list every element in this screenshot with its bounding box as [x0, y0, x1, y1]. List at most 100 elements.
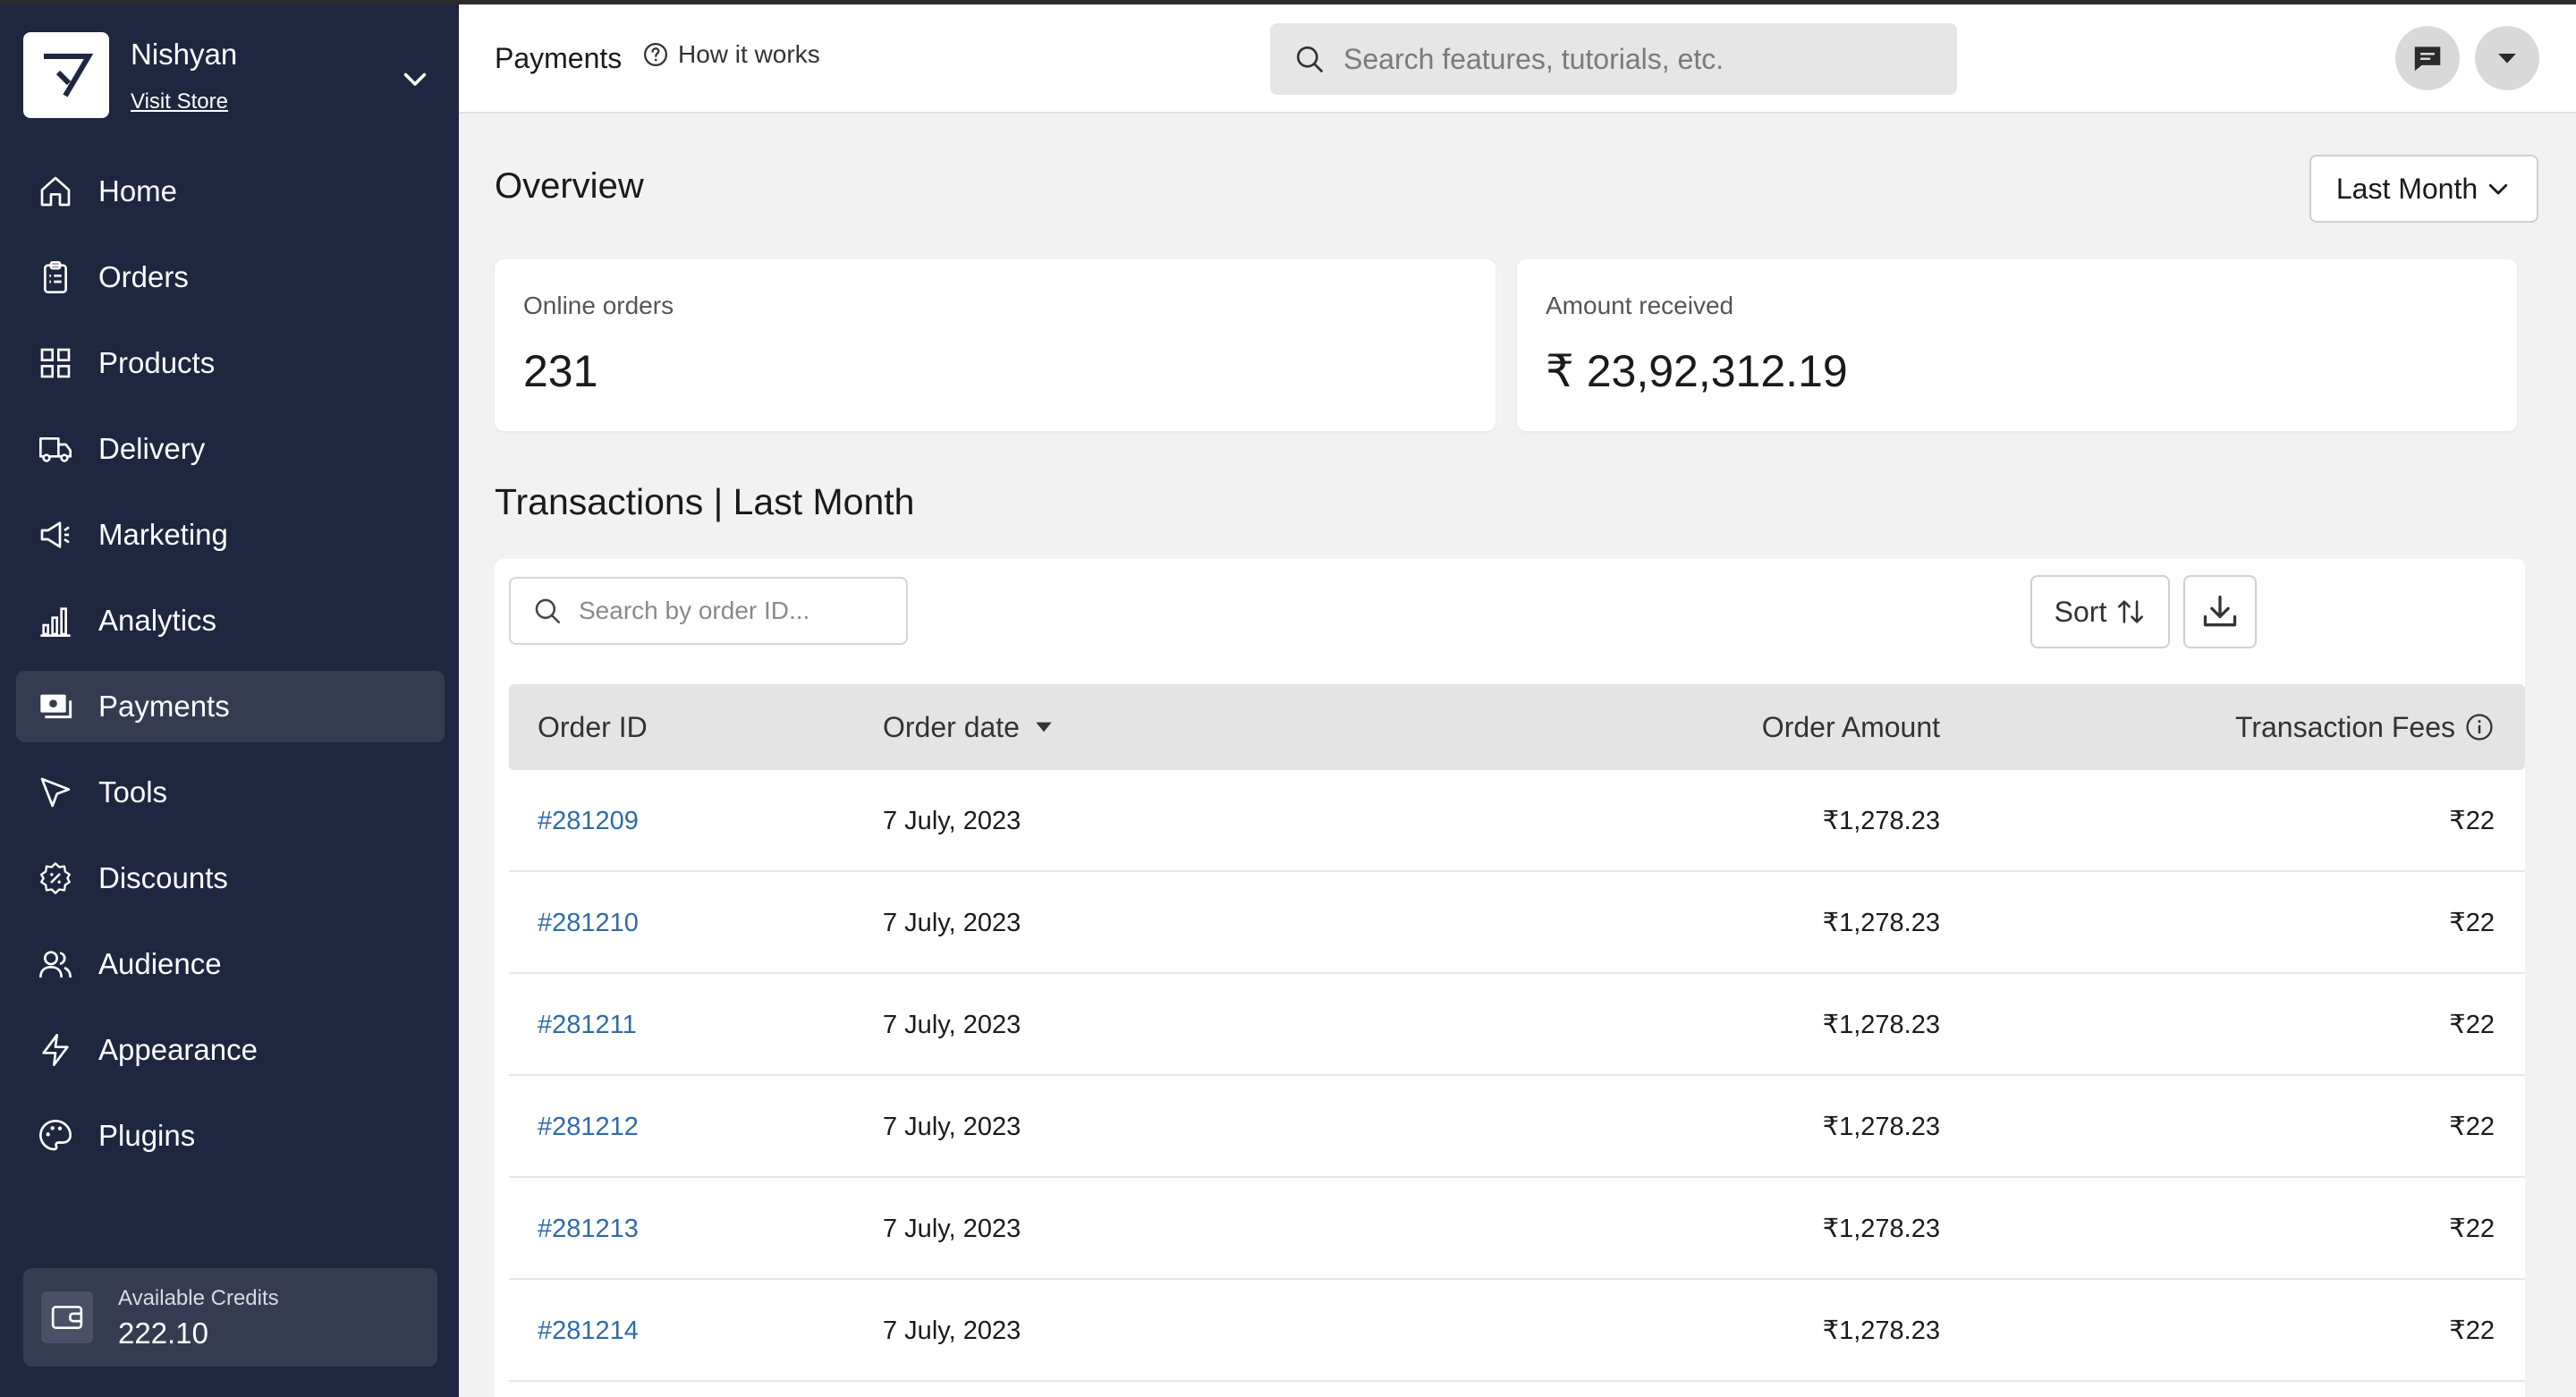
grid-icon [36, 343, 75, 383]
chat-button[interactable] [2395, 26, 2460, 90]
sidebar-item-label: Delivery [98, 432, 206, 465]
column-header-order-id[interactable]: Order ID [538, 684, 648, 770]
sidebar-item-label: Products [98, 346, 216, 379]
logo-mark-icon [44, 54, 94, 97]
clipboard-icon [36, 258, 75, 297]
table-row[interactable]: #281212 7 July, 2023 ₹1,278.23 ₹22 [509, 1076, 2525, 1178]
order-id-link[interactable]: #281210 [538, 872, 639, 974]
sidebar: Nishyan Visit Store Home Orders Products [0, 0, 459, 1397]
how-it-works-link[interactable]: How it works [642, 40, 820, 69]
table-row[interactable]: #281209 7 July, 2023 ₹1,278.23 ₹22 [509, 770, 2525, 872]
order-search-input[interactable] [579, 597, 901, 625]
column-header-order-amount[interactable]: Order Amount [1493, 684, 1940, 770]
sidebar-item-discounts[interactable]: Discounts [16, 842, 445, 914]
table-header: Order ID Order date Order Amount Transac… [509, 684, 2525, 770]
info-icon[interactable] [2464, 712, 2495, 742]
sort-button[interactable]: Sort [2030, 575, 2170, 648]
top-header: Payments How it works [459, 4, 2576, 114]
chat-bubble-icon [2414, 47, 2441, 72]
order-amount: ₹1,278.23 [1822, 807, 1940, 835]
truck-icon [36, 429, 75, 469]
sidebar-item-products[interactable]: Products [16, 327, 445, 399]
sidebar-item-delivery[interactable]: Delivery [16, 413, 445, 485]
order-id-link[interactable]: #281214 [538, 1280, 639, 1382]
transaction-fee: ₹22 [2449, 1011, 2495, 1039]
transaction-fee: ₹22 [2449, 1113, 2495, 1141]
amount-received-card: Amount received ₹ 23,92,312.19 [1517, 259, 2517, 431]
download-icon [2203, 595, 2237, 627]
table-row[interactable]: #281214 7 July, 2023 ₹1,278.23 ₹22 [509, 1280, 2525, 1382]
order-amount: ₹1,278.23 [1822, 1317, 1940, 1345]
order-id-link[interactable]: #281209 [538, 770, 639, 872]
transaction-fee: ₹22 [2449, 807, 2495, 835]
credits-value: 222.10 [118, 1317, 208, 1350]
credits-label: Available Credits [118, 1286, 279, 1310]
available-credits-card[interactable]: Available Credits 222.10 [23, 1268, 437, 1367]
sidebar-item-label: Tools [98, 775, 168, 809]
card-label: Online orders [523, 292, 674, 319]
sidebar-item-label: Payments [98, 690, 230, 723]
sidebar-item-label: Analytics [98, 604, 217, 637]
table-row[interactable]: #281213 7 July, 2023 ₹1,278.23 ₹22 [509, 1178, 2525, 1280]
order-id-link[interactable]: #281213 [538, 1178, 639, 1280]
sidebar-item-label: Marketing [98, 518, 228, 551]
column-header-order-date[interactable]: Order date [883, 684, 1055, 770]
store-logo [23, 32, 109, 118]
lightning-icon [36, 1030, 75, 1070]
order-date: 7 July, 2023 [883, 1215, 1021, 1243]
window-top-border [0, 0, 2576, 4]
sidebar-item-plugins[interactable]: Plugins [16, 1100, 445, 1172]
period-dropdown[interactable]: Last Month [2309, 155, 2538, 223]
order-date: 7 July, 2023 [883, 909, 1021, 937]
sidebar-item-appearance[interactable]: Appearance [16, 1014, 445, 1086]
visit-store-link[interactable]: Visit Store [131, 89, 228, 114]
sidebar-item-label: Appearance [98, 1033, 258, 1066]
card-value: ₹ 23,92,312.19 [1546, 346, 1848, 396]
discount-badge-icon [36, 859, 75, 898]
card-label: Amount received [1546, 292, 1734, 319]
search-input[interactable] [1343, 42, 1925, 76]
download-button[interactable] [2183, 575, 2257, 648]
order-search[interactable] [509, 577, 908, 645]
account-menu-button[interactable] [2475, 26, 2539, 90]
cursor-arrow-icon [36, 773, 75, 812]
store-switcher[interactable]: Nishyan Visit Store [23, 32, 444, 122]
order-amount: ₹1,278.23 [1822, 1011, 1940, 1039]
sidebar-item-marketing[interactable]: Marketing [16, 499, 445, 571]
sidebar-item-audience[interactable]: Audience [16, 928, 445, 1000]
order-amount: ₹1,278.23 [1822, 1113, 1940, 1141]
sidebar-item-tools[interactable]: Tools [16, 757, 445, 828]
table-row[interactable]: #281211 7 July, 2023 ₹1,278.23 ₹22 [509, 974, 2525, 1076]
order-date: 7 July, 2023 [883, 1317, 1021, 1345]
transactions-title: Transactions | Last Month [495, 481, 915, 522]
card-value: 231 [523, 346, 598, 396]
page-title: Payments [495, 42, 623, 74]
column-header-label: Transaction Fees [2234, 711, 2455, 743]
global-search[interactable] [1270, 23, 1957, 95]
transaction-fee: ₹22 [2449, 1215, 2495, 1243]
chevron-down-icon[interactable] [399, 63, 431, 95]
order-id-link[interactable]: #281211 [538, 974, 637, 1076]
how-it-works-label: How it works [678, 40, 820, 68]
sidebar-item-analytics[interactable]: Analytics [16, 585, 445, 656]
transactions-panel: Sort Order ID Order date Order Amount Tr… [495, 559, 2525, 1397]
sidebar-item-label: Plugins [98, 1119, 196, 1152]
sidebar-item-orders[interactable]: Orders [16, 241, 445, 313]
order-id-link[interactable]: #281212 [538, 1076, 639, 1178]
transactions-table-body: #281209 7 July, 2023 ₹1,278.23 ₹22 #2812… [509, 770, 2525, 1382]
caret-down-icon [2498, 54, 2516, 64]
order-date: 7 July, 2023 [883, 807, 1021, 835]
column-header-transaction-fees[interactable]: Transaction Fees [2235, 684, 2495, 770]
transaction-fee: ₹22 [2449, 909, 2495, 937]
order-date: 7 July, 2023 [883, 1113, 1021, 1141]
chevron-down-icon [2489, 183, 2508, 195]
home-icon [36, 172, 75, 211]
palette-icon [36, 1116, 75, 1156]
table-row[interactable]: #281210 7 July, 2023 ₹1,278.23 ₹22 [509, 872, 2525, 974]
sort-desc-caret-icon [1036, 722, 1052, 732]
sidebar-item-home[interactable]: Home [16, 156, 445, 227]
overview-title: Overview [495, 166, 644, 206]
order-amount: ₹1,278.23 [1822, 909, 1940, 937]
sidebar-item-payments[interactable]: Payments [16, 671, 445, 742]
sort-button-label: Sort [2054, 595, 2107, 628]
